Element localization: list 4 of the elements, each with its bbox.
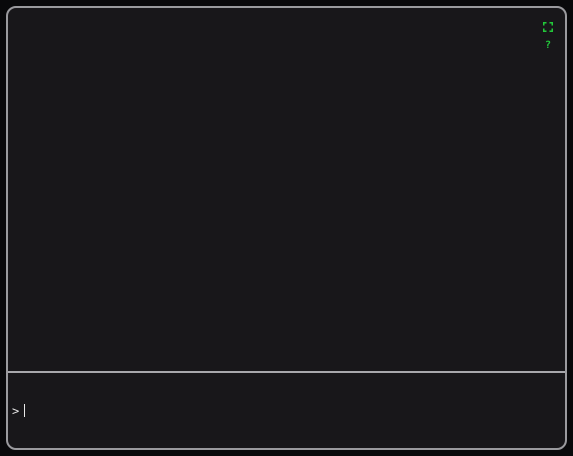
text-cursor[interactable]: [24, 404, 26, 417]
help-button[interactable]: ?: [544, 40, 552, 52]
fullscreen-icon[interactable]: [543, 22, 553, 32]
prompt-symbol: >: [12, 404, 20, 418]
